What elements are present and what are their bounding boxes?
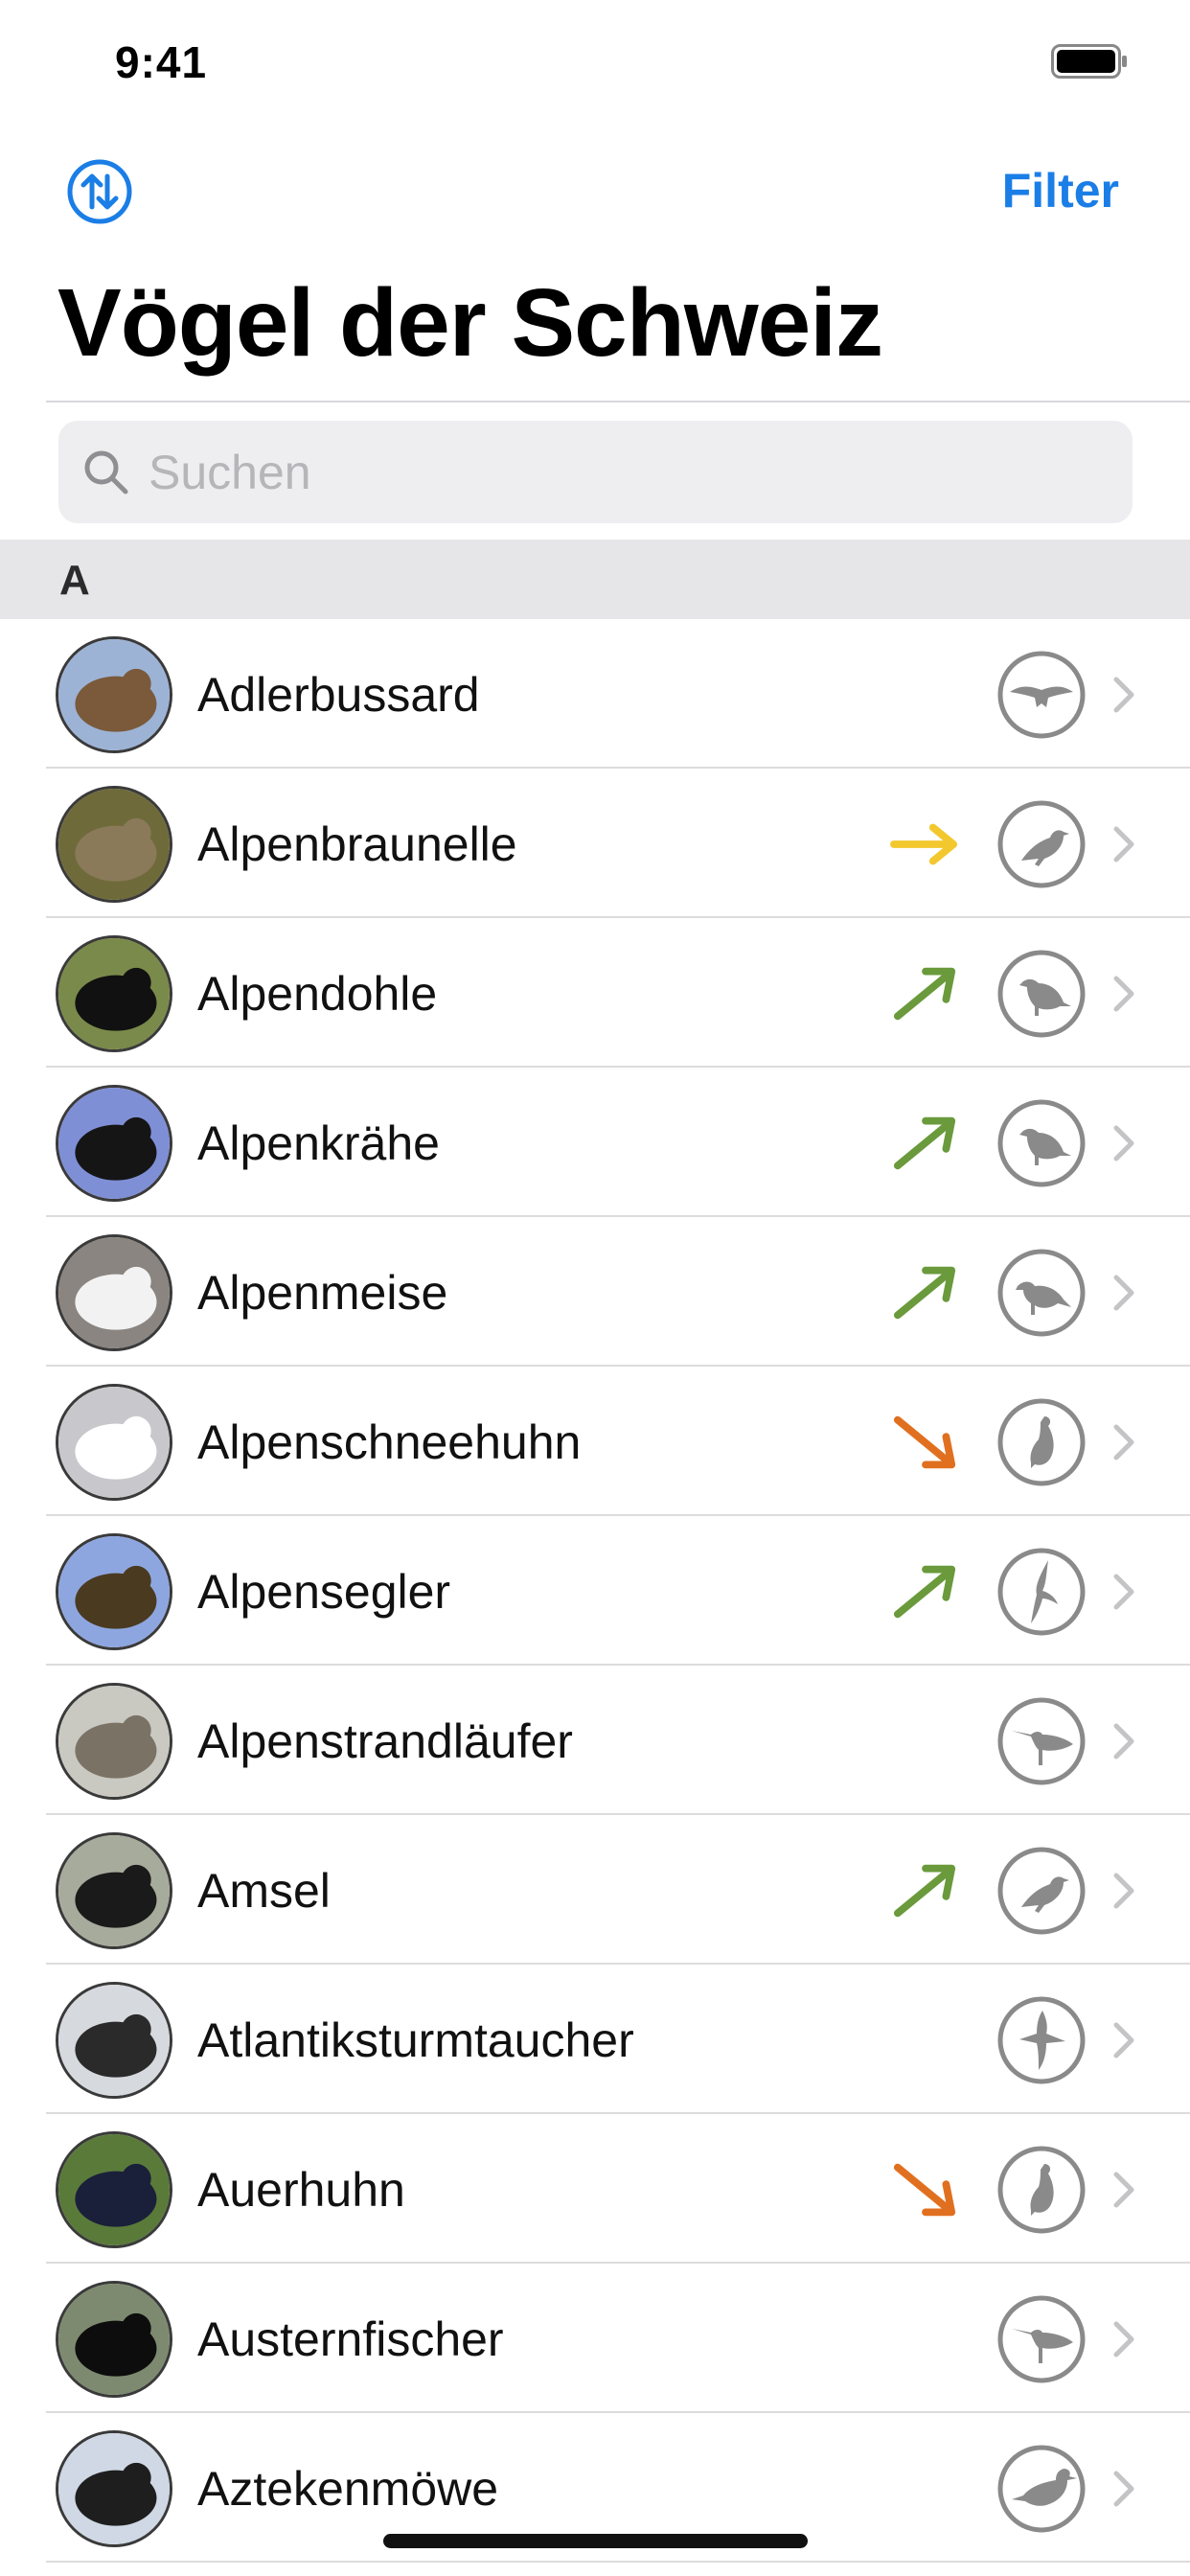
sort-button[interactable]	[65, 157, 134, 226]
trend-up-arrow-icon	[893, 1565, 956, 1619]
bird-name: Amsel	[197, 1864, 331, 1918]
list-item[interactable]: Alpenkrähe	[0, 1068, 1190, 1217]
bird-name: Alpenkrähe	[197, 1116, 440, 1170]
chevron-right-icon	[1113, 2321, 1134, 2358]
bird-name: Alpendohle	[197, 967, 438, 1021]
songbird-perched-icon	[997, 800, 1086, 888]
bird-name: Alpenschneehuhn	[197, 1415, 582, 1469]
home-indicator[interactable]	[383, 2534, 808, 2548]
bird-name: Austernfischer	[197, 2312, 504, 2366]
list-item[interactable]: Alpendohle	[0, 918, 1190, 1068]
bird-avatar	[56, 786, 172, 903]
raptor-icon	[997, 651, 1086, 739]
list-item[interactable]: Auerhuhn	[0, 2114, 1190, 2264]
chevron-right-icon	[1113, 2471, 1134, 2507]
bird-avatar	[56, 1982, 172, 2099]
bird-avatar	[56, 636, 172, 753]
crow-icon	[997, 1099, 1086, 1187]
page-title: Vögel der Schweiz	[57, 269, 883, 377]
list-item[interactable]: Alpenmeise	[0, 1217, 1190, 1367]
filter-button[interactable]: Filter	[1002, 163, 1119, 218]
status-bar: 9:41	[0, 0, 1190, 126]
bird-avatar	[56, 935, 172, 1052]
songbird-icon	[997, 1249, 1086, 1337]
chevron-right-icon	[1113, 1873, 1134, 1909]
search-icon	[84, 450, 128, 494]
chevron-right-icon	[1113, 1574, 1134, 1610]
trend-stable-arrow-icon	[890, 823, 958, 865]
search-input[interactable]	[149, 421, 1107, 523]
bird-name: Auerhuhn	[197, 2163, 405, 2217]
upright-bird-icon	[997, 1398, 1086, 1486]
divider	[46, 401, 1190, 402]
chevron-right-icon	[1113, 1424, 1134, 1460]
list-item[interactable]: Alpenschneehuhn	[0, 1367, 1190, 1516]
bird-name: Alpenstrandläufer	[197, 1714, 573, 1768]
bird-name: Alpenmeise	[197, 1266, 448, 1320]
chevron-right-icon	[1113, 677, 1134, 713]
songbird-perched-icon	[997, 1847, 1086, 1935]
wader-icon	[997, 2295, 1086, 2383]
trend-up-arrow-icon	[893, 1266, 956, 1320]
trend-down-arrow-icon	[893, 1415, 956, 1469]
trend-up-arrow-icon	[893, 1864, 956, 1918]
search-bar[interactable]	[58, 421, 1133, 523]
bird-avatar	[56, 1234, 172, 1351]
trend-down-arrow-icon	[893, 2163, 956, 2217]
trend-up-arrow-icon	[893, 1116, 956, 1170]
bird-avatar	[56, 1384, 172, 1501]
upright-bird-icon	[997, 2146, 1086, 2234]
list-item[interactable]: Austernfischer	[0, 2264, 1190, 2413]
bird-avatar	[56, 1533, 172, 1650]
chevron-right-icon	[1113, 826, 1134, 862]
bird-name: Adlerbussard	[197, 668, 480, 722]
bird-avatar	[56, 2131, 172, 2248]
trend-up-arrow-icon	[893, 967, 956, 1021]
sort-arrows-icon	[67, 159, 132, 224]
chevron-right-icon	[1113, 1723, 1134, 1760]
bird-avatar	[56, 2281, 172, 2398]
bird-name: Alpenbraunelle	[197, 817, 517, 871]
list-item[interactable]: Alpenstrandläufer	[0, 1666, 1190, 1815]
wader-icon	[997, 1697, 1086, 1785]
list-item[interactable]: Amsel	[0, 1815, 1190, 1965]
bird-list: Adlerbussard Alpenbraunelle Alpendohle Alpe…	[0, 619, 1190, 2563]
chevron-right-icon	[1113, 976, 1134, 1012]
status-time: 9:41	[115, 37, 208, 87]
gull-icon	[997, 2445, 1086, 2533]
chevron-right-icon	[1113, 2172, 1134, 2208]
bird-avatar	[56, 1832, 172, 1949]
bird-name: Atlantiksturmtaucher	[197, 2013, 634, 2067]
chevron-right-icon	[1113, 1125, 1134, 1162]
swift-icon	[997, 1548, 1086, 1636]
bird-name: Aztekenmöwe	[197, 2462, 499, 2516]
bird-avatar	[56, 1683, 172, 1800]
section-header: A	[0, 540, 1190, 619]
chevron-right-icon	[1113, 1275, 1134, 1311]
list-item[interactable]: Adlerbussard	[0, 619, 1190, 769]
list-item[interactable]: Atlantiksturmtaucher	[0, 1965, 1190, 2114]
bird-avatar	[56, 2430, 172, 2547]
chevron-right-icon	[1113, 2022, 1134, 2058]
seabird-icon	[997, 1996, 1086, 2084]
crow-icon	[997, 950, 1086, 1038]
bird-name: Alpensegler	[197, 1565, 451, 1619]
bird-avatar	[56, 1085, 172, 1202]
section-letter: A	[59, 557, 90, 604]
list-item[interactable]: Alpenbraunelle	[0, 769, 1190, 918]
list-item[interactable]: Alpensegler	[0, 1516, 1190, 1666]
battery-icon	[1051, 44, 1127, 79]
